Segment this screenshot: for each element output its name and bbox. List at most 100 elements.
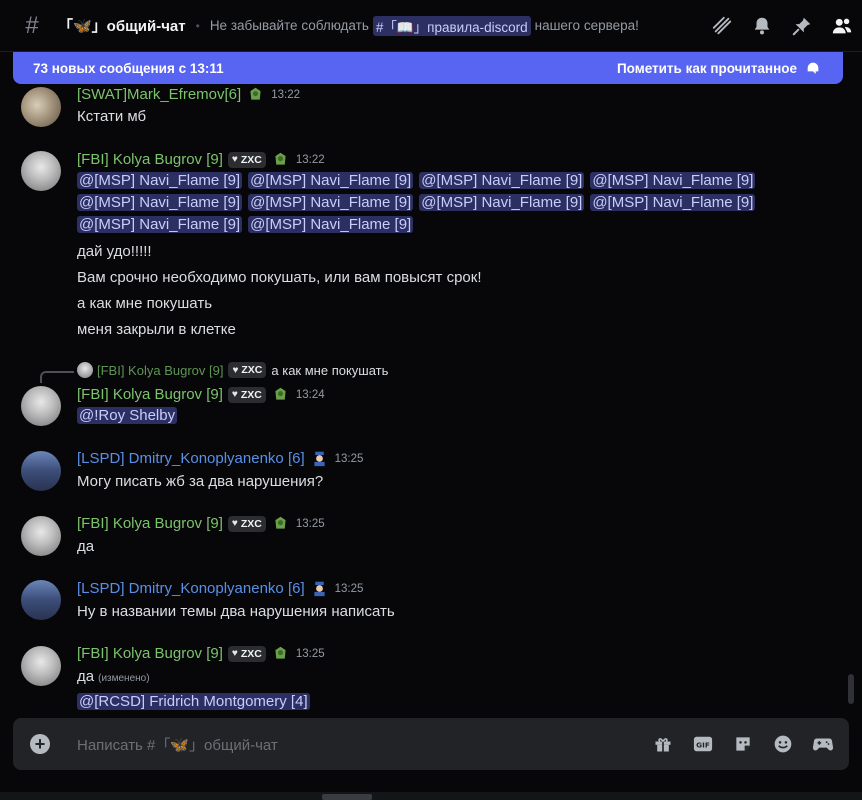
avatar[interactable] xyxy=(21,580,61,620)
new-messages-bar[interactable]: 73 новых сообщения с 13:11 Пометить как … xyxy=(13,52,843,84)
user-mention[interactable]: @[MSP] Navi_Flame [9] xyxy=(590,194,756,211)
heart-icon: ♥ xyxy=(231,389,238,400)
user-mention[interactable]: @[MSP] Navi_Flame [9] xyxy=(77,216,243,233)
sticker-icon[interactable] xyxy=(731,732,755,756)
avatar[interactable] xyxy=(21,451,61,491)
topic-channel-mention[interactable]: #「📖」правила-discord xyxy=(372,15,531,36)
user-mention[interactable]: @[RCSD] Fridrich Montgomery [4] xyxy=(77,693,310,710)
clan-tag: ♥ ZXC xyxy=(227,645,266,662)
mark-read-icon xyxy=(807,62,819,74)
svg-text:GIF: GIF xyxy=(696,741,710,750)
role-badge-icon xyxy=(275,516,286,529)
topic-text-after: нашего сервера! xyxy=(534,18,639,33)
edited-label[interactable]: (изменено) xyxy=(98,673,149,684)
message-text: Вам срочно необходимо покушать, или вам … xyxy=(77,269,482,286)
avatar[interactable] xyxy=(21,87,61,127)
gif-icon[interactable]: GIF xyxy=(691,732,715,756)
user-mention[interactable]: @[MSP] Navi_Flame [9] xyxy=(248,172,414,189)
message-composer[interactable]: + Написать #「🦋」общий-чат GIF xyxy=(13,718,849,770)
timestamp[interactable]: 13:25 xyxy=(335,583,364,595)
police-badge-icon xyxy=(314,451,325,467)
activities-icon[interactable] xyxy=(811,732,835,756)
heart-icon: ♥ xyxy=(231,518,238,529)
user-mention[interactable]: @!Roy Shelby xyxy=(77,407,178,424)
author-name[interactable]: [LSPD] Dmitry_Konoplyanenko [6] xyxy=(77,450,305,467)
clan-tag-label: ZXC xyxy=(241,364,263,376)
channel-name[interactable]: 「🦋」общий-чат xyxy=(58,15,186,36)
reply-author[interactable]: [FBI] Kolya Bugrov [9] xyxy=(97,363,223,378)
clan-tag-label: ZXC xyxy=(240,517,262,530)
message-header: [FBI] Kolya Bugrov [9] ♥ ZXC 13:25 xyxy=(77,645,325,662)
pin-icon[interactable] xyxy=(790,14,814,38)
reply-preview[interactable]: [FBI] Kolya Bugrov [9] ♥ ZXC а как мне по… xyxy=(77,362,388,378)
gift-icon[interactable] xyxy=(651,732,675,756)
message-text: а как мне покушать xyxy=(77,295,213,312)
bell-icon[interactable] xyxy=(750,14,774,38)
emoji-icon[interactable] xyxy=(771,732,795,756)
scrollbar-track[interactable] xyxy=(846,84,856,714)
reply-text[interactable]: а как мне покушать xyxy=(271,363,388,378)
author-name[interactable]: [FBI] Kolya Bugrov [9] xyxy=(77,515,223,532)
message-text: меня закрыли в клетке xyxy=(77,321,236,338)
user-mention[interactable]: @[MSP] Navi_Flame [9] xyxy=(590,172,756,189)
timestamp[interactable]: 13:25 xyxy=(296,518,325,530)
author-name[interactable]: [FBI] Kolya Bugrov [9] xyxy=(77,151,223,168)
user-mention[interactable]: @[MSP] Navi_Flame [9] xyxy=(248,216,414,233)
timestamp[interactable]: 13:22 xyxy=(271,89,300,101)
mark-as-read-button[interactable]: Пометить как прочитанное xyxy=(617,60,821,76)
timestamp[interactable]: 13:24 xyxy=(296,389,325,401)
user-mention[interactable]: @[MSP] Navi_Flame [9] xyxy=(248,194,414,211)
clan-tag-label: ZXC xyxy=(240,647,262,660)
timestamp[interactable]: 13:25 xyxy=(296,648,325,660)
role-badge-icon xyxy=(275,646,286,659)
clan-tag-label: ZXC xyxy=(240,388,262,401)
heart-icon: ♥ xyxy=(231,154,238,165)
channel-topic: Не забывайте соблюдать #「📖」правила-disco… xyxy=(209,15,639,36)
user-mention[interactable]: @[MSP] Navi_Flame [9] xyxy=(77,194,243,211)
attach-plus-icon[interactable]: + xyxy=(30,734,50,754)
message-text: Кстати мб xyxy=(77,108,147,125)
topic-text-before: Не забывайте соблюдать xyxy=(209,18,369,33)
avatar[interactable] xyxy=(21,151,61,191)
channel-hash-icon: # xyxy=(25,11,39,39)
new-messages-text[interactable]: 73 новых сообщения с 13:11 xyxy=(33,61,224,76)
role-badge-icon xyxy=(275,387,286,400)
threads-icon[interactable] xyxy=(710,14,734,38)
role-badge-icon xyxy=(275,152,286,165)
message-header: [SWAT]Mark_Efremov[6] 13:22 xyxy=(77,86,300,103)
horizontal-scroll-thumb[interactable] xyxy=(322,794,372,800)
message-header: [FBI] Kolya Bugrov [9] ♥ ZXC 13:24 xyxy=(77,386,325,403)
scrollbar-thumb[interactable] xyxy=(848,674,854,704)
timestamp[interactable]: 13:25 xyxy=(335,453,364,465)
avatar[interactable] xyxy=(21,516,61,556)
police-badge-icon xyxy=(314,581,325,597)
message-text: Могу писать жб за два нарушения? xyxy=(77,473,324,490)
author-name[interactable]: [FBI] Kolya Bugrov [9] xyxy=(77,386,223,403)
author-name[interactable]: [FBI] Kolya Bugrov [9] xyxy=(77,645,223,662)
user-mention[interactable]: @[MSP] Navi_Flame [9] xyxy=(419,172,585,189)
clan-tag-label: ZXC xyxy=(240,153,262,166)
author-name[interactable]: [LSPD] Dmitry_Konoplyanenko [6] xyxy=(77,580,305,597)
message-text: дай удо!!!!! xyxy=(77,243,152,260)
role-badge-icon xyxy=(250,87,261,100)
clan-tag: ♥ ZXC xyxy=(227,515,266,532)
window-bottom-bar xyxy=(0,792,862,800)
clan-tag: ♥ ZXC xyxy=(228,362,267,378)
clan-tag: ♥ ZXC xyxy=(227,151,266,168)
author-name[interactable]: [SWAT]Mark_Efremov[6] xyxy=(77,86,241,103)
user-mention[interactable]: @[MSP] Navi_Flame [9] xyxy=(419,194,585,211)
timestamp[interactable]: 13:22 xyxy=(296,154,325,166)
message-header: [FBI] Kolya Bugrov [9] ♥ ZXC 13:25 xyxy=(77,515,325,532)
composer-input[interactable]: Написать #「🦋」общий-чат xyxy=(77,734,278,755)
clan-tag: ♥ ZXC xyxy=(227,386,266,403)
separator-dot: • xyxy=(195,18,200,33)
message-list[interactable]: [SWAT]Mark_Efremov[6] 13:22 Кстати мб [F… xyxy=(0,84,845,714)
heart-icon: ♥ xyxy=(231,648,238,659)
reply-avatar xyxy=(77,362,93,378)
members-icon[interactable] xyxy=(830,14,854,38)
avatar[interactable] xyxy=(21,646,61,686)
heart-icon: ♥ xyxy=(232,364,239,376)
avatar[interactable] xyxy=(21,386,61,426)
user-mention[interactable]: @[MSP] Navi_Flame [9] xyxy=(77,172,243,189)
mark-as-read-label[interactable]: Пометить как прочитанное xyxy=(617,61,797,76)
